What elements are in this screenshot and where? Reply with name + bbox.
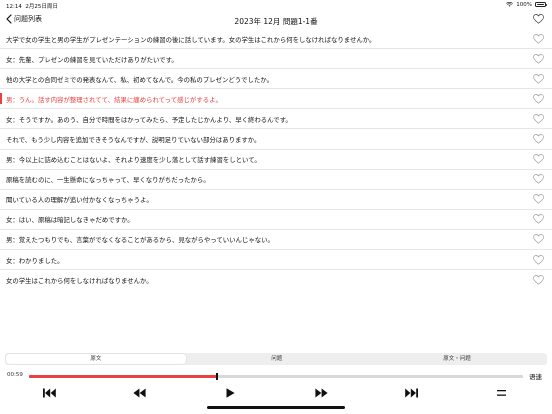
sentence-text: 女：そうですか。あのう、自分で時間をはかってみたら、予定したじかんより、早く終わ…: [6, 115, 292, 124]
heart-outline-icon[interactable]: [533, 33, 544, 44]
skip-to-start-icon[interactable]: [43, 388, 56, 398]
status-indicators: 100%: [506, 1, 547, 8]
heart-outline-icon[interactable]: [533, 134, 544, 144]
heart-outline-icon[interactable]: [533, 53, 544, 64]
home-indicator: [207, 406, 345, 409]
sentence-text: 女：わかりました。: [6, 256, 64, 265]
heart-outline-icon[interactable]: [533, 254, 544, 265]
sentence-row[interactable]: 女の学生はこれから何をしなければなりませんか。: [0, 270, 552, 289]
battery-icon: [535, 2, 547, 7]
rewind-icon[interactable]: [133, 388, 146, 398]
sentence-text: 男：うん。話す内容が整理されてて、結果に纏められてって感じがするよ。: [6, 95, 222, 104]
sentence-text: 男：今以上に詰め込むことはないよ、それより速度を少し落として話す練習をしといて。: [6, 156, 261, 165]
progress-fill: [29, 375, 217, 378]
sentence-row[interactable]: 他の大学との合同ゼミでの発表なんて、私、初めてなんで。今の私のプレゼンどうでした…: [0, 69, 552, 90]
progress-thumb[interactable]: [215, 372, 219, 380]
sentence-text: 男：覚えたつもりでも、言葉がでなくなることがあるから、見ながらやっていいんじゃな…: [6, 236, 274, 245]
tab-original-text[interactable]: 原文: [5, 353, 186, 365]
sentence-row[interactable]: 女：そうですか。あのう、自分で時間をはかってみたら、予定したじかんより、早く終わ…: [0, 109, 552, 130]
sentence-row[interactable]: 男：覚えたつもりでも、言葉がでなくなることがあるから、見ながらやっていいんじゃな…: [0, 230, 552, 251]
menu-lines-icon[interactable]: [497, 389, 506, 397]
playback-controls: [0, 386, 552, 402]
sentence-text: 聞いている人の理解が追い付かなくなっちゃうよ。: [6, 196, 153, 205]
playback-timeline: 00:59 语速: [0, 369, 552, 383]
heart-outline-icon[interactable]: [533, 73, 544, 84]
sentence-row[interactable]: 聞いている人の理解が追い付かなくなっちゃうよ。: [0, 190, 552, 210]
sentence-row[interactable]: 女：わかりました。: [0, 250, 552, 271]
page-title: 2023年 12月 問題1-1番: [234, 16, 318, 26]
sentence-text: 他の大学との合同ゼミでの発表なんて、私、初めてなんで。今の私のプレゼンどうでした…: [6, 75, 273, 84]
speed-button[interactable]: 语速: [529, 371, 542, 381]
heart-outline-icon[interactable]: [533, 214, 544, 225]
sentence-row[interactable]: 原稿を読むのに、一生懸命になっちゃって、早くなりがちだったから。: [0, 170, 552, 190]
sentence-text: 女：はい、原稿は暗記しなきゃだめですか。: [6, 216, 134, 225]
favorite-heart-icon[interactable]: [533, 14, 544, 24]
elapsed-time: 00:59: [7, 372, 23, 378]
sentence-text: 女の学生はこれから何をしなければなりませんか。: [6, 276, 153, 285]
heart-outline-icon[interactable]: [533, 174, 544, 184]
heart-outline-icon[interactable]: [533, 154, 544, 164]
view-mode-tabs: 原文 问题 原文・问题: [5, 353, 547, 365]
tab-questions[interactable]: 问题: [187, 353, 367, 365]
sentence-row[interactable]: 大学で女の学生と男の学生がプレゼンテーションの練習の後に話しています。女の学生は…: [0, 29, 552, 50]
sentence-row[interactable]: 女：はい、原稿は暗記しなきゃだめですか。: [0, 210, 552, 230]
sentence-row[interactable]: 女：先輩、プレゼンの練習を見ていただけありがたいです。: [0, 49, 552, 70]
heart-outline-icon[interactable]: [533, 274, 544, 285]
fast-forward-icon[interactable]: [315, 388, 328, 398]
sentence-row[interactable]: 男：うん。話す内容が整理されてて、結果に纏められてって感じがするよ。: [0, 89, 552, 110]
sentence-row[interactable]: 男：今以上に詰め込むことはないよ、それより速度を少し落として話す練習をしといて。: [0, 150, 552, 170]
heart-outline-icon[interactable]: [533, 234, 544, 245]
sentence-list: 大学で女の学生と男の学生がプレゼンテーションの練習の後に話しています。女の学生は…: [0, 29, 552, 289]
play-icon[interactable]: [226, 388, 235, 398]
wifi-icon: [506, 2, 514, 7]
status-bar: 12:14 2月25日周日 100%: [0, 0, 552, 10]
heart-outline-icon[interactable]: [533, 114, 544, 124]
sentence-text: 女：先輩、プレゼンの練習を見ていただけありがたいです。: [6, 55, 178, 64]
sentence-text: 原稿を読むのに、一生懸命になっちゃって、早くなりがちだったから。: [6, 176, 210, 185]
progress-track[interactable]: [29, 372, 523, 380]
tab-original-and-questions[interactable]: 原文・问题: [367, 353, 547, 365]
sentence-text: それで、もう少し内容を追加できそうなんですが、説明足りていない部分はありますか。: [6, 135, 261, 144]
sentence-text: 大学で女の学生と男の学生がプレゼンテーションの練習の後に話しています。女の学生は…: [6, 35, 376, 44]
skip-to-end-icon[interactable]: [405, 388, 418, 398]
status-time-date: 12:14 2月25日周日: [6, 2, 58, 10]
heart-outline-icon[interactable]: [533, 194, 544, 204]
heart-outline-icon[interactable]: [533, 93, 544, 104]
active-sentence-marker: [0, 93, 2, 105]
battery-percent: 100%: [516, 1, 532, 8]
sentence-row[interactable]: それで、もう少し内容を追加できそうなんですが、説明足りていない部分はありますか。: [0, 129, 552, 150]
